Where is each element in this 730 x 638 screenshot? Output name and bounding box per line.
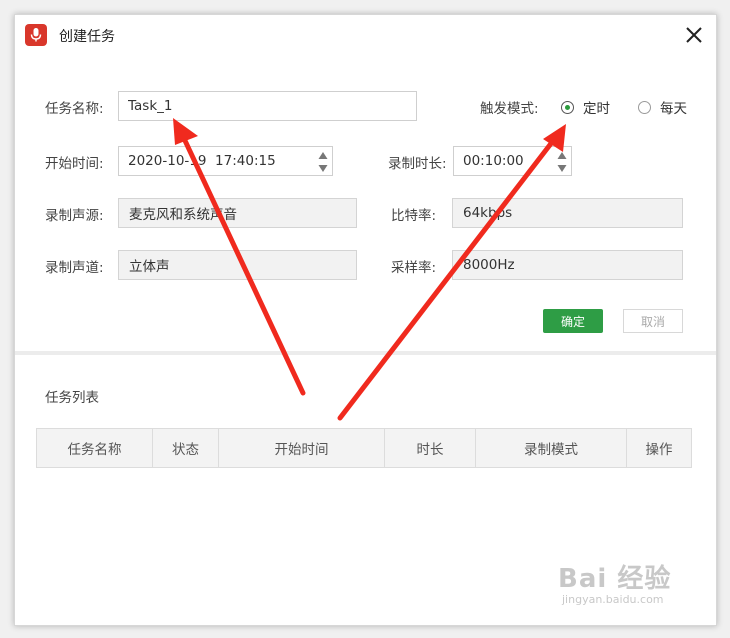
samplerate-field: 8000Hz bbox=[452, 250, 683, 280]
microphone-app-icon bbox=[25, 24, 47, 46]
duration-down-button[interactable] bbox=[556, 162, 568, 173]
samplerate-label: 采样率: bbox=[391, 260, 437, 276]
bitrate-label: 比特率: bbox=[391, 208, 437, 224]
create-task-dialog: 创建任务 任务名称: 触发模式: 定时 每天 开始时间: 2020-10-19 … bbox=[14, 14, 717, 626]
watermark-main: Bai 经验 bbox=[558, 564, 672, 594]
radio-daily-label: 每天 bbox=[660, 101, 687, 117]
column-actions[interactable]: 操作 bbox=[627, 429, 691, 467]
column-record-mode[interactable]: 录制模式 bbox=[476, 429, 627, 467]
task-name-label: 任务名称: bbox=[45, 101, 104, 117]
duration-label: 录制时长: bbox=[388, 156, 447, 172]
duration-field[interactable]: 00:10:00 bbox=[453, 146, 572, 176]
triangle-down-icon bbox=[318, 165, 328, 172]
source-field: 麦克风和系统声音 bbox=[118, 198, 357, 228]
trigger-option-scheduled[interactable]: 定时 bbox=[561, 97, 610, 117]
title-bar: 创建任务 bbox=[15, 15, 716, 57]
cancel-button[interactable]: 取消 bbox=[623, 309, 683, 333]
start-time-down-button[interactable] bbox=[317, 162, 329, 173]
task-name-input-box[interactable] bbox=[118, 91, 417, 121]
source-label: 录制声源: bbox=[45, 208, 104, 224]
section-divider bbox=[15, 351, 716, 355]
radio-scheduled[interactable] bbox=[561, 100, 574, 114]
source-value: 麦克风和系统声音 bbox=[129, 207, 237, 223]
column-start-time[interactable]: 开始时间 bbox=[219, 429, 385, 467]
column-task-name[interactable]: 任务名称 bbox=[37, 429, 153, 467]
close-button[interactable] bbox=[682, 23, 706, 47]
radio-daily[interactable] bbox=[638, 100, 651, 114]
bitrate-value: 64kbps bbox=[463, 205, 513, 221]
start-time-value: 2020-10-19 17:40:15 bbox=[128, 153, 276, 169]
channel-label: 录制声道: bbox=[45, 260, 104, 276]
channel-value: 立体声 bbox=[129, 259, 170, 275]
start-time-spinner bbox=[317, 149, 329, 173]
bitrate-field: 64kbps bbox=[452, 198, 683, 228]
task-list-title: 任务列表 bbox=[45, 390, 99, 406]
start-time-up-button[interactable] bbox=[317, 149, 329, 160]
triangle-up-icon bbox=[318, 152, 328, 159]
triangle-down-icon bbox=[557, 165, 567, 172]
start-time-label: 开始时间: bbox=[45, 156, 104, 172]
task-table-header: 任务名称 状态 开始时间 时长 录制模式 操作 bbox=[36, 428, 692, 468]
trigger-mode-label: 触发模式: bbox=[480, 101, 539, 117]
triangle-up-icon bbox=[557, 152, 567, 159]
radio-scheduled-label: 定时 bbox=[583, 101, 610, 117]
duration-value: 00:10:00 bbox=[463, 153, 524, 169]
column-status[interactable]: 状态 bbox=[153, 429, 219, 467]
duration-spinner bbox=[556, 149, 568, 173]
watermark-sub: jingyan.baidu.com bbox=[562, 593, 664, 606]
ok-button[interactable]: 确定 bbox=[543, 309, 603, 333]
trigger-option-daily[interactable]: 每天 bbox=[638, 97, 687, 117]
start-time-field[interactable]: 2020-10-19 17:40:15 bbox=[118, 146, 333, 176]
close-icon bbox=[686, 27, 702, 43]
column-duration[interactable]: 时长 bbox=[385, 429, 476, 467]
duration-up-button[interactable] bbox=[556, 149, 568, 160]
dialog-title: 创建任务 bbox=[59, 29, 115, 45]
baidu-watermark: Bai 经验 jingyan.baidu.com bbox=[558, 558, 671, 606]
channel-field: 立体声 bbox=[118, 250, 357, 280]
samplerate-value: 8000Hz bbox=[463, 257, 515, 273]
task-name-input[interactable] bbox=[128, 98, 416, 114]
